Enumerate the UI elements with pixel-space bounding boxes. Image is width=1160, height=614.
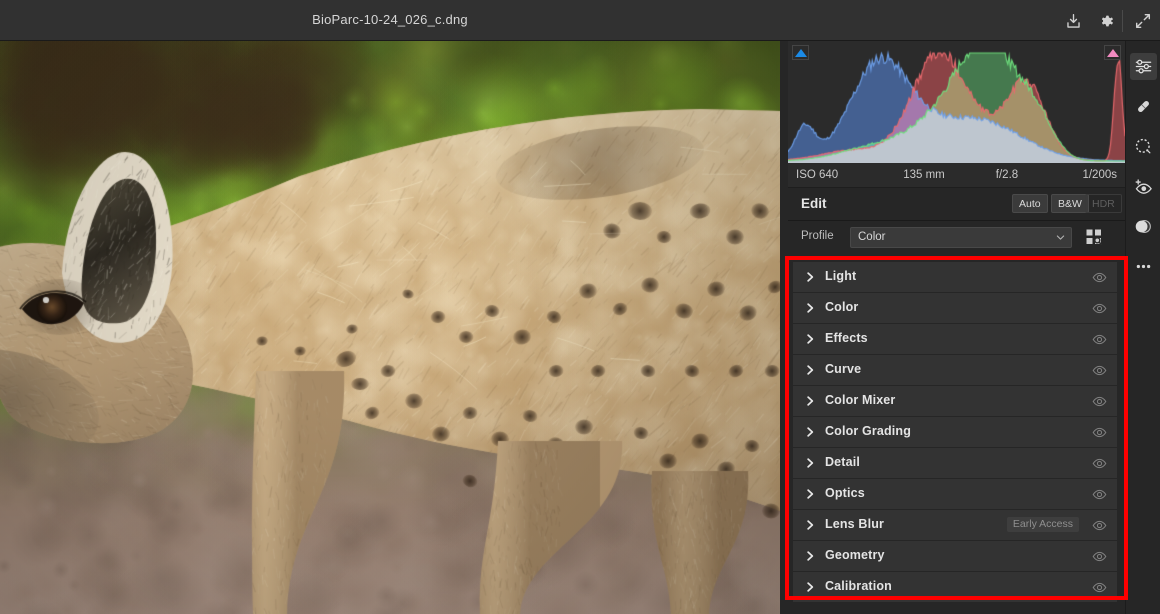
section-row-calibration[interactable]: Calibration xyxy=(793,572,1117,602)
section-label: Detail xyxy=(825,455,860,469)
exif-bar: ISO 640 135 mm f/2.8 1/200s xyxy=(788,163,1125,188)
eye-icon[interactable] xyxy=(1092,270,1107,285)
eye-icon[interactable] xyxy=(1092,456,1107,471)
title-bar: BioParc-10-24_026_c.dng xyxy=(0,0,1160,41)
section-row-lens-blur[interactable]: Lens Blur Early Access xyxy=(793,510,1117,540)
chevron-right-icon xyxy=(807,334,814,344)
chevron-right-icon xyxy=(807,365,814,375)
eye-icon[interactable] xyxy=(1092,549,1107,564)
chevron-right-icon xyxy=(807,582,814,592)
presets-tool-icon[interactable] xyxy=(1130,213,1157,240)
chevron-right-icon xyxy=(807,272,814,282)
gear-icon[interactable] xyxy=(1094,9,1118,33)
section-label: Color xyxy=(825,300,859,314)
chevron-right-icon xyxy=(807,489,814,499)
more-tool-icon[interactable] xyxy=(1130,253,1157,280)
section-row-light[interactable]: Light xyxy=(793,262,1117,292)
section-label: Lens Blur xyxy=(825,517,884,531)
section-label: Light xyxy=(825,269,857,283)
section-row-optics[interactable]: Optics xyxy=(793,479,1117,509)
profile-select[interactable]: Color xyxy=(850,227,1072,248)
redeye-tool-icon[interactable] xyxy=(1130,173,1157,200)
section-row-geometry[interactable]: Geometry xyxy=(793,541,1117,571)
hdr-button: HDR xyxy=(1085,194,1122,213)
highlight-clipping-icon[interactable] xyxy=(1104,45,1121,60)
edit-tool-icon[interactable] xyxy=(1130,53,1157,80)
edit-sections-list: Light Color Effects Curve Color Mixer Color G… xyxy=(793,262,1117,603)
exif-focal: 135 mm xyxy=(903,169,945,181)
section-row-color-grading[interactable]: Color Grading xyxy=(793,417,1117,447)
highlight-clipping-triangle xyxy=(1106,49,1119,57)
photo-image xyxy=(0,41,780,614)
section-label: Geometry xyxy=(825,548,885,562)
section-label: Color Grading xyxy=(825,424,911,438)
section-label: Calibration xyxy=(825,579,892,593)
eye-icon[interactable] xyxy=(1092,518,1107,533)
eye-icon[interactable] xyxy=(1092,332,1107,347)
tool-rail xyxy=(1125,41,1160,614)
edit-header: Edit Auto B&W HDR xyxy=(788,188,1125,221)
expand-icon[interactable] xyxy=(1131,9,1155,33)
chevron-down-icon xyxy=(1056,235,1065,240)
chevron-right-icon xyxy=(807,551,814,561)
eye-icon[interactable] xyxy=(1092,487,1107,502)
section-row-curve[interactable]: Curve xyxy=(793,355,1117,385)
eye-icon[interactable] xyxy=(1092,363,1107,378)
chevron-right-icon xyxy=(807,520,814,530)
section-label: Effects xyxy=(825,331,868,345)
chevron-right-icon xyxy=(807,458,814,468)
edit-panel: ISO 640 135 mm f/2.8 1/200s Edit Auto B&… xyxy=(780,41,1125,614)
profile-browser-icon[interactable] xyxy=(1082,225,1106,249)
section-label: Optics xyxy=(825,486,865,500)
profile-row: Profile Color xyxy=(788,221,1125,255)
profile-value: Color xyxy=(858,231,886,243)
lightroom-window: BioParc-10-24_026_c.dng ISO 640 135 mm f… xyxy=(0,0,1160,614)
healing-tool-icon[interactable] xyxy=(1130,93,1157,120)
section-row-color[interactable]: Color xyxy=(793,293,1117,323)
eye-icon[interactable] xyxy=(1092,301,1107,316)
photo-filename: BioParc-10-24_026_c.dng xyxy=(312,12,468,27)
profile-label: Profile xyxy=(801,230,834,242)
bw-button[interactable]: B&W xyxy=(1051,194,1089,213)
eye-icon[interactable] xyxy=(1092,580,1107,595)
chevron-right-icon xyxy=(807,427,814,437)
chevron-right-icon xyxy=(807,303,814,313)
exif-iso: ISO 640 xyxy=(796,169,839,181)
histogram-canvas xyxy=(788,41,1125,163)
exif-aperture: f/2.8 xyxy=(995,169,1019,181)
photo-viewport[interactable] xyxy=(0,41,780,614)
eye-icon[interactable] xyxy=(1092,394,1107,409)
auto-button[interactable]: Auto xyxy=(1012,194,1048,213)
masking-tool-icon[interactable] xyxy=(1130,133,1157,160)
section-row-detail[interactable]: Detail xyxy=(793,448,1117,478)
section-row-color-mixer[interactable]: Color Mixer xyxy=(793,386,1117,416)
histogram[interactable] xyxy=(788,41,1125,163)
export-icon[interactable] xyxy=(1061,9,1085,33)
chevron-right-icon xyxy=(807,396,814,406)
section-row-effects[interactable]: Effects xyxy=(793,324,1117,354)
toolbar-divider xyxy=(1122,10,1123,32)
edit-title: Edit xyxy=(801,196,827,211)
exif-shutter: 1/200s xyxy=(1082,169,1117,181)
section-label: Color Mixer xyxy=(825,393,896,407)
shadow-clipping-triangle xyxy=(794,49,807,57)
shadow-clipping-icon[interactable] xyxy=(792,45,809,60)
section-badge: Early Access xyxy=(1006,517,1079,532)
section-label: Curve xyxy=(825,362,862,376)
eye-icon[interactable] xyxy=(1092,425,1107,440)
